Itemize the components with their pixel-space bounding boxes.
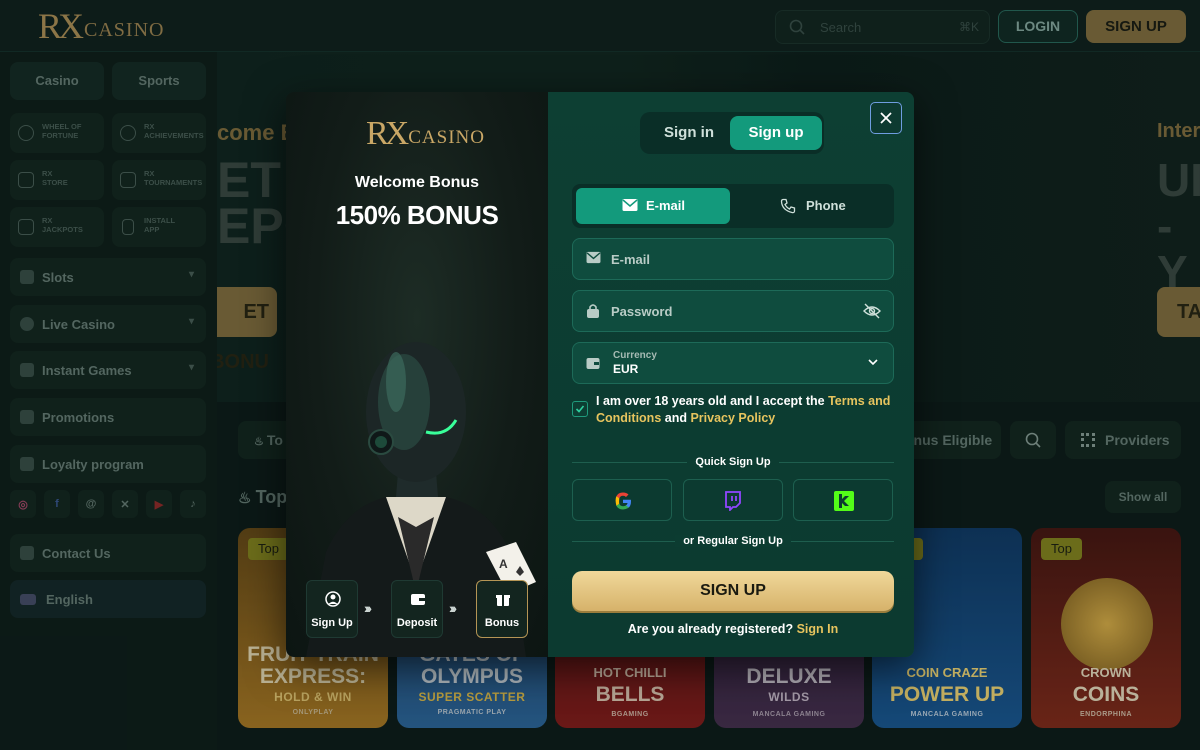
bonus-amount: 150% BONUS — [335, 200, 499, 230]
phone-icon — [780, 198, 796, 214]
signup-modal: RX CASINO Welcome Bonus 150% BONUS A Sig… — [286, 92, 914, 657]
svg-text:A: A — [499, 557, 508, 571]
auth-tabs: Sign in Sign up — [640, 112, 824, 154]
wallet-icon — [411, 594, 425, 605]
currency-value: EUR — [613, 362, 639, 376]
sign-in-link[interactable]: Sign In — [797, 622, 839, 636]
password-field[interactable]: Password — [572, 290, 894, 332]
welcome-bonus-title: Welcome Bonus — [354, 174, 480, 191]
twitch-signup-button[interactable] — [683, 479, 783, 521]
tab-sign-in[interactable]: Sign in — [644, 116, 734, 150]
close-icon — [880, 112, 892, 124]
tab-phone[interactable]: Phone — [734, 188, 890, 224]
envelope-icon — [622, 199, 638, 211]
wallet-icon — [586, 358, 600, 369]
kick-signup-button[interactable] — [793, 479, 893, 521]
terms-checkbox[interactable] — [572, 401, 588, 417]
already-registered-text: Are you already registered? Sign In — [627, 622, 839, 636]
privacy-link[interactable]: Privacy Policy — [690, 411, 775, 425]
tab-email[interactable]: E-mail — [576, 188, 730, 224]
google-icon — [615, 492, 631, 510]
eye-off-icon[interactable] — [863, 303, 881, 319]
currency-label: Currency — [613, 350, 657, 361]
step-arrow-icon: ››› — [449, 600, 457, 616]
signup-submit-button[interactable]: SIGN UP — [572, 571, 894, 611]
step-bonus: Bonus — [476, 580, 528, 638]
signup-method-tabs: E-mail Phone — [572, 184, 894, 228]
step-deposit: Deposit — [391, 580, 443, 638]
password-placeholder: Password — [611, 304, 673, 319]
step-sign-up: Sign Up — [306, 580, 358, 638]
bonus-steps: Sign Up ››› Deposit ››› Bonus — [306, 580, 536, 638]
gift-icon — [496, 595, 510, 606]
email-field[interactable]: E-mail — [572, 238, 894, 280]
email-placeholder: E-mail — [611, 252, 651, 267]
modal-logo: RX CASINO — [366, 115, 485, 152]
promo-panel: RX CASINO Welcome Bonus 150% BONUS A Sig… — [286, 92, 548, 657]
lock-icon — [587, 304, 599, 318]
twitch-icon — [725, 491, 741, 511]
kick-icon — [834, 491, 854, 511]
quick-signup-divider: Quick Sign Up — [572, 456, 894, 468]
step-arrow-icon: ››› — [364, 600, 372, 616]
regular-signup-divider: or Regular Sign Up — [572, 535, 894, 547]
google-signup-button[interactable] — [572, 479, 672, 521]
envelope-icon — [586, 251, 601, 264]
tab-sign-up[interactable]: Sign up — [730, 116, 822, 150]
user-icon — [325, 591, 341, 607]
terms-text: I am over 18 years old and I accept the … — [596, 394, 891, 425]
checkmark-icon — [575, 405, 585, 413]
close-button[interactable] — [870, 102, 902, 134]
currency-select[interactable]: Currency EUR — [572, 342, 894, 384]
chevron-down-icon — [868, 359, 878, 366]
